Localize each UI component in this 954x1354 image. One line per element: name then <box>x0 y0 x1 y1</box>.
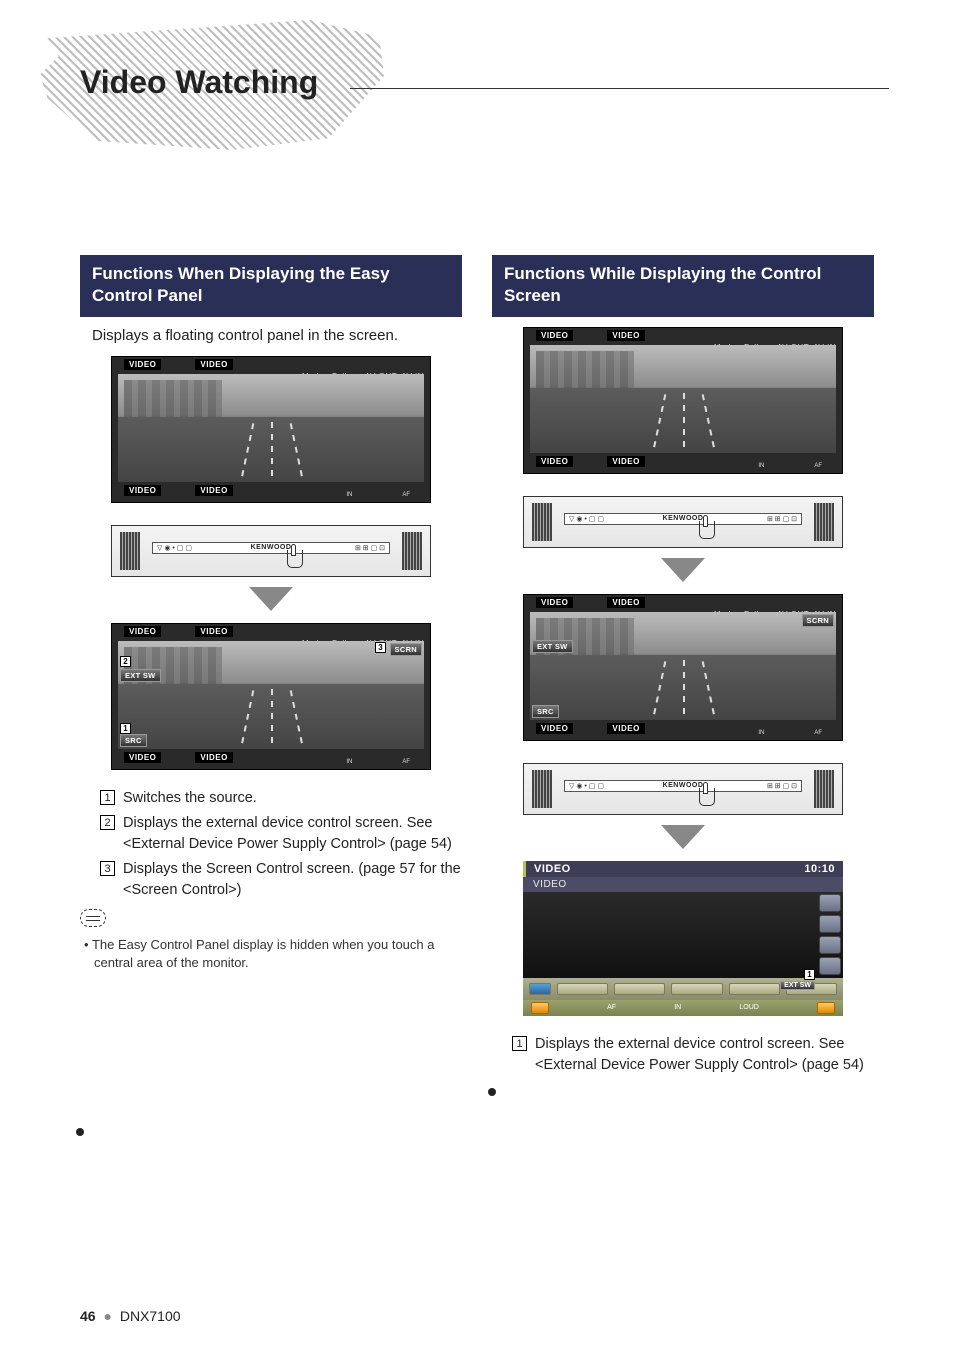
model-name: DNX7100 <box>120 1308 181 1324</box>
video-label: VIDEO <box>607 723 644 734</box>
extsw-button[interactable]: EXT SW <box>120 669 161 682</box>
section-end-dot <box>488 1088 496 1096</box>
af-indicator: AF <box>814 730 822 736</box>
video-label: VIDEO <box>124 752 161 763</box>
in-indicator: IN <box>346 759 352 765</box>
footer-separator: ● <box>103 1308 111 1324</box>
control-button[interactable] <box>671 983 722 995</box>
page-title: Video Watching <box>80 64 318 101</box>
callout-2: 2 <box>120 656 131 667</box>
video-label: VIDEO <box>536 723 573 734</box>
scrn-button[interactable]: SCRN <box>802 614 834 627</box>
af-indicator: AF <box>814 463 822 469</box>
video-label: VIDEO <box>195 626 232 637</box>
control-button[interactable] <box>557 983 608 995</box>
in-indicator: IN <box>758 463 764 469</box>
control-button[interactable] <box>614 983 665 995</box>
video-label: VIDEO <box>607 456 644 467</box>
callout-num: 1 <box>512 1036 527 1051</box>
ctrl-subtitle: VIDEO <box>523 877 843 892</box>
down-arrow-icon <box>249 587 293 611</box>
callout-text: Displays the external device control scr… <box>535 1034 874 1076</box>
ctrl-time: 10:10 <box>804 863 835 875</box>
af-indicator: AF <box>607 1004 616 1011</box>
scrn-button[interactable]: SCRN <box>390 643 422 656</box>
video-label: VIDEO <box>195 485 232 496</box>
extsw-tag[interactable]: EXT SW <box>780 981 815 990</box>
brand-label: KENWOOD <box>251 544 292 551</box>
device-hardware-panel: ▽ ◉ • ▢ ▢ ⊞ ⊞ ▢ ⊡ KENWOOD <box>523 763 843 815</box>
brand-label: KENWOOD <box>663 515 704 522</box>
control-button[interactable] <box>729 983 780 995</box>
touch-icon <box>699 521 715 539</box>
callout-text: Displays the Screen Control screen. (pag… <box>123 859 462 901</box>
right-section-heading: Functions While Displaying the Control S… <box>492 255 874 317</box>
header-rule <box>350 88 889 89</box>
loud-indicator: LOUD <box>739 1004 758 1011</box>
side-button[interactable] <box>819 936 841 954</box>
left-section-heading: Functions When Displaying the Easy Contr… <box>80 255 462 317</box>
callout-text: Displays the external device control scr… <box>123 813 462 855</box>
callout-num: 3 <box>100 861 115 876</box>
in-indicator: IN <box>758 730 764 736</box>
down-arrow-icon <box>661 825 705 849</box>
nav-down-button[interactable] <box>531 1002 549 1014</box>
callout-text: Switches the source. <box>123 788 462 809</box>
left-callout-list: 1 Switches the source. 2 Displays the exte… <box>100 788 462 901</box>
video-label: VIDEO <box>607 330 644 341</box>
note-text: The Easy Control Panel display is hidden… <box>94 936 462 972</box>
section-end-dot <box>76 1128 84 1136</box>
video-label: VIDEO <box>124 359 161 370</box>
src-button[interactable]: SRC <box>532 705 559 718</box>
down-arrow-icon <box>661 558 705 582</box>
left-column: Functions When Displaying the Easy Contr… <box>80 255 462 1082</box>
right-callout-list: 1 Displays the external device control sc… <box>512 1034 874 1076</box>
screenshot-control-after-1: VIDEO VIDEO Mode : Full AV-OUT: AV-IN SC… <box>523 594 843 741</box>
brand-label: KENWOOD <box>663 782 704 789</box>
video-label: VIDEO <box>536 456 573 467</box>
in-indicator: IN <box>674 1004 681 1011</box>
src-button[interactable]: SRC <box>120 734 147 747</box>
video-label: VIDEO <box>536 330 573 341</box>
page-footer: 46 ● DNX7100 <box>80 1308 181 1324</box>
device-hardware-panel: ▽ ◉ • ▢ ▢ ⊞ ⊞ ▢ ⊡ KENWOOD <box>523 496 843 548</box>
nav-up-button[interactable] <box>817 1002 835 1014</box>
callout-1: 1 <box>120 723 131 734</box>
side-button[interactable] <box>819 894 841 912</box>
callout-num: 1 <box>100 790 115 805</box>
ctrl-title: VIDEO <box>534 863 571 875</box>
touch-icon <box>699 788 715 806</box>
side-button[interactable] <box>819 957 841 975</box>
screenshot-easy-panel-after: VIDEO VIDEO Mode : Full AV-OUT: AV-IN SC… <box>111 623 431 770</box>
af-indicator: AF <box>402 492 410 498</box>
device-hardware-panel: ▽ ◉ • ▢ ▢ ⊞ ⊞ ▢ ⊡ KENWOOD <box>111 525 431 577</box>
video-label: VIDEO <box>124 485 161 496</box>
callout-num: 2 <box>100 815 115 830</box>
screenshot-easy-panel-before: VIDEO VIDEO Mode : Full AV-OUT: AV-IN VI… <box>111 356 431 503</box>
video-label: VIDEO <box>536 597 573 608</box>
callout-1: 1 <box>804 969 815 980</box>
side-button[interactable] <box>819 915 841 933</box>
af-indicator: AF <box>402 759 410 765</box>
touch-icon <box>287 550 303 568</box>
in-indicator: IN <box>346 492 352 498</box>
left-intro: Displays a floating control panel in the… <box>92 327 462 344</box>
right-column: Functions While Displaying the Control S… <box>492 255 874 1082</box>
play-button[interactable] <box>529 983 551 995</box>
extsw-button[interactable]: EXT SW <box>532 640 573 653</box>
video-label: VIDEO <box>124 626 161 637</box>
video-label: VIDEO <box>195 752 232 763</box>
video-label: VIDEO <box>607 597 644 608</box>
note-icon <box>80 909 106 927</box>
header-banner: Video Watching <box>40 20 410 150</box>
callout-3: 3 <box>375 642 386 653</box>
screenshot-control-screen: VIDEO 10:10 VIDEO <box>523 861 843 1016</box>
video-label: VIDEO <box>195 359 232 370</box>
page-number: 46 <box>80 1308 96 1324</box>
screenshot-control-before: VIDEO VIDEO Mode : Full AV-OUT: AV-IN VI… <box>523 327 843 474</box>
